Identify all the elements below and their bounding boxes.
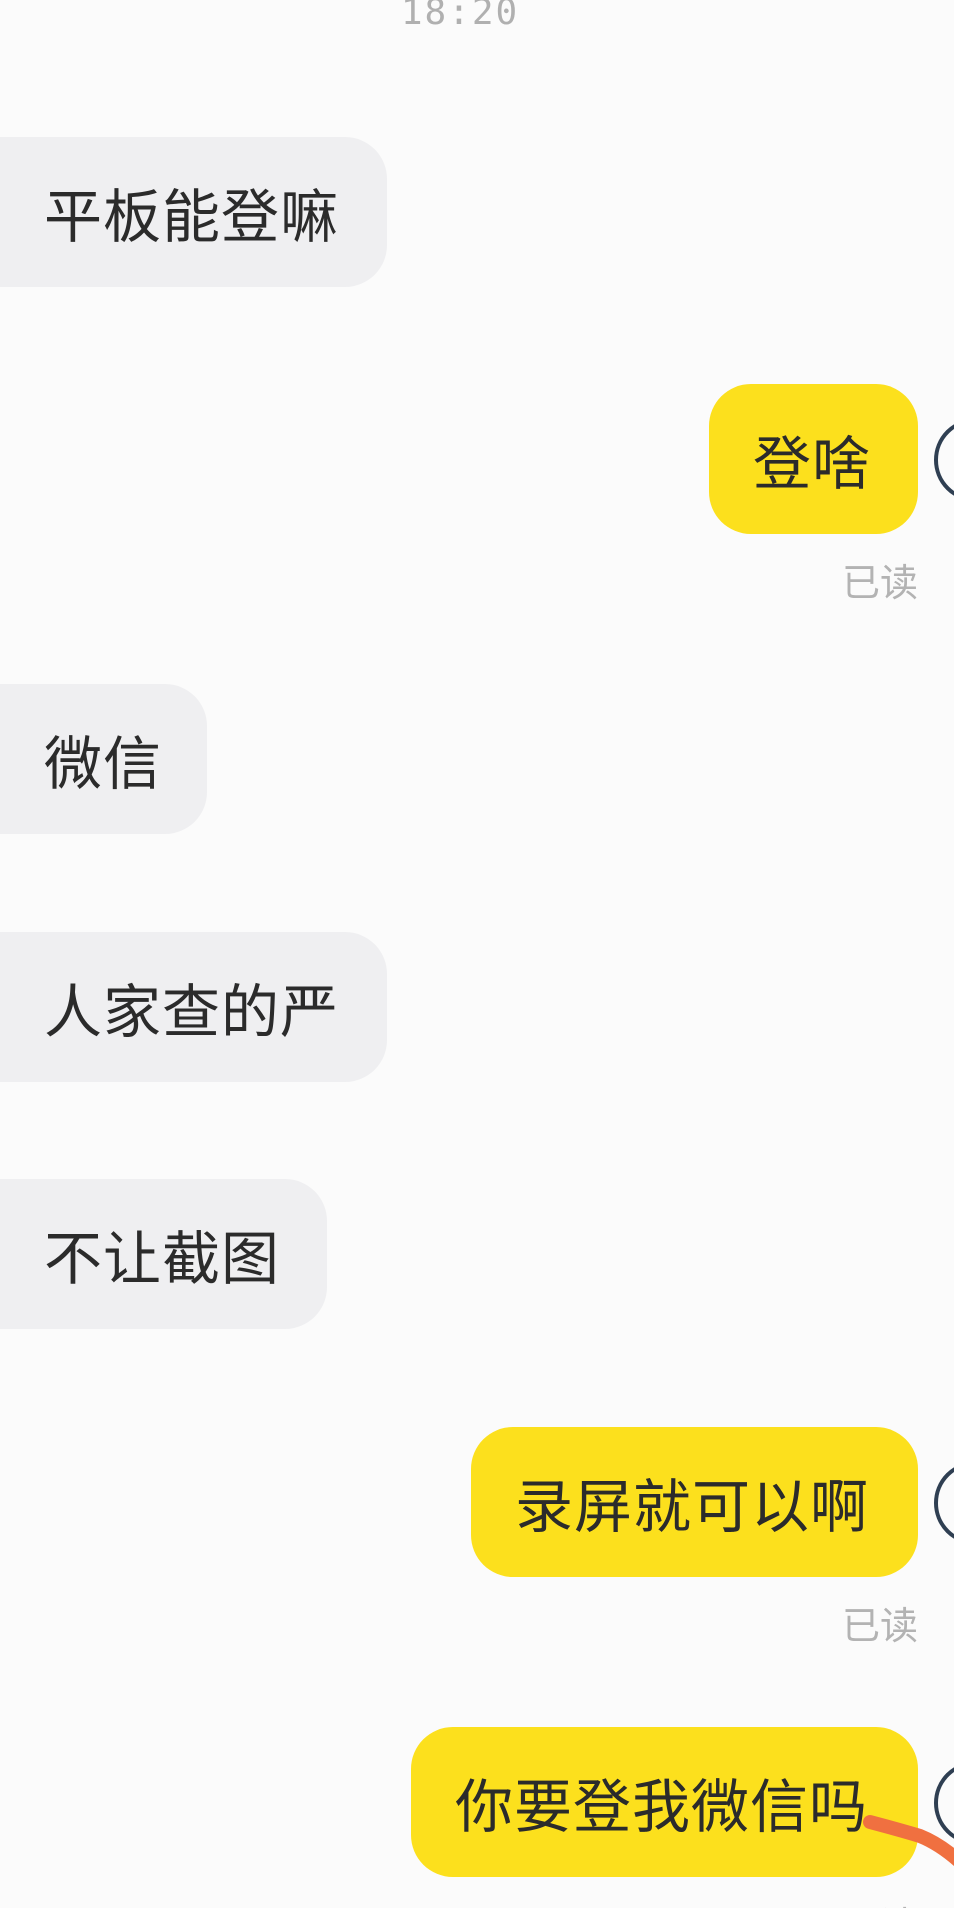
read-receipt: 已读: [841, 561, 918, 605]
message-bubble-outgoing[interactable]: 登啥: [709, 384, 918, 534]
message-text: 微信: [44, 730, 163, 798]
message-bubble-outgoing[interactable]: 你要登我微信吗: [411, 1727, 918, 1877]
chat-screen: 18:20 平板能登嘛 登啥 已读 微信 人家查的严 不让截图 录屏就可以啊 已…: [0, 0, 954, 1908]
avatar[interactable]: [934, 418, 954, 502]
message-text: 平板能登嘛: [44, 183, 340, 251]
message-text: 你要登我微信吗: [455, 1773, 869, 1841]
message-bubble-incoming[interactable]: 微信: [0, 684, 207, 834]
annotation-stroke: [863, 1815, 954, 1867]
avatar[interactable]: [934, 1461, 954, 1545]
read-receipt: 已读: [842, 1895, 918, 1908]
message-bubble-incoming[interactable]: 人家查的严: [0, 932, 387, 1082]
message-text: 登啥: [753, 430, 872, 498]
message-bubble-incoming[interactable]: 不让截图: [0, 1179, 327, 1329]
message-text: 录屏就可以啊: [515, 1473, 870, 1541]
message-text: 人家查的严: [44, 978, 340, 1046]
read-receipt: 已读: [841, 1604, 918, 1648]
message-bubble-incoming[interactable]: 平板能登嘛: [0, 137, 387, 287]
message-text: 不让截图: [44, 1225, 281, 1293]
message-timestamp: 18:20: [400, 0, 520, 33]
message-bubble-outgoing[interactable]: 录屏就可以啊: [471, 1427, 918, 1577]
